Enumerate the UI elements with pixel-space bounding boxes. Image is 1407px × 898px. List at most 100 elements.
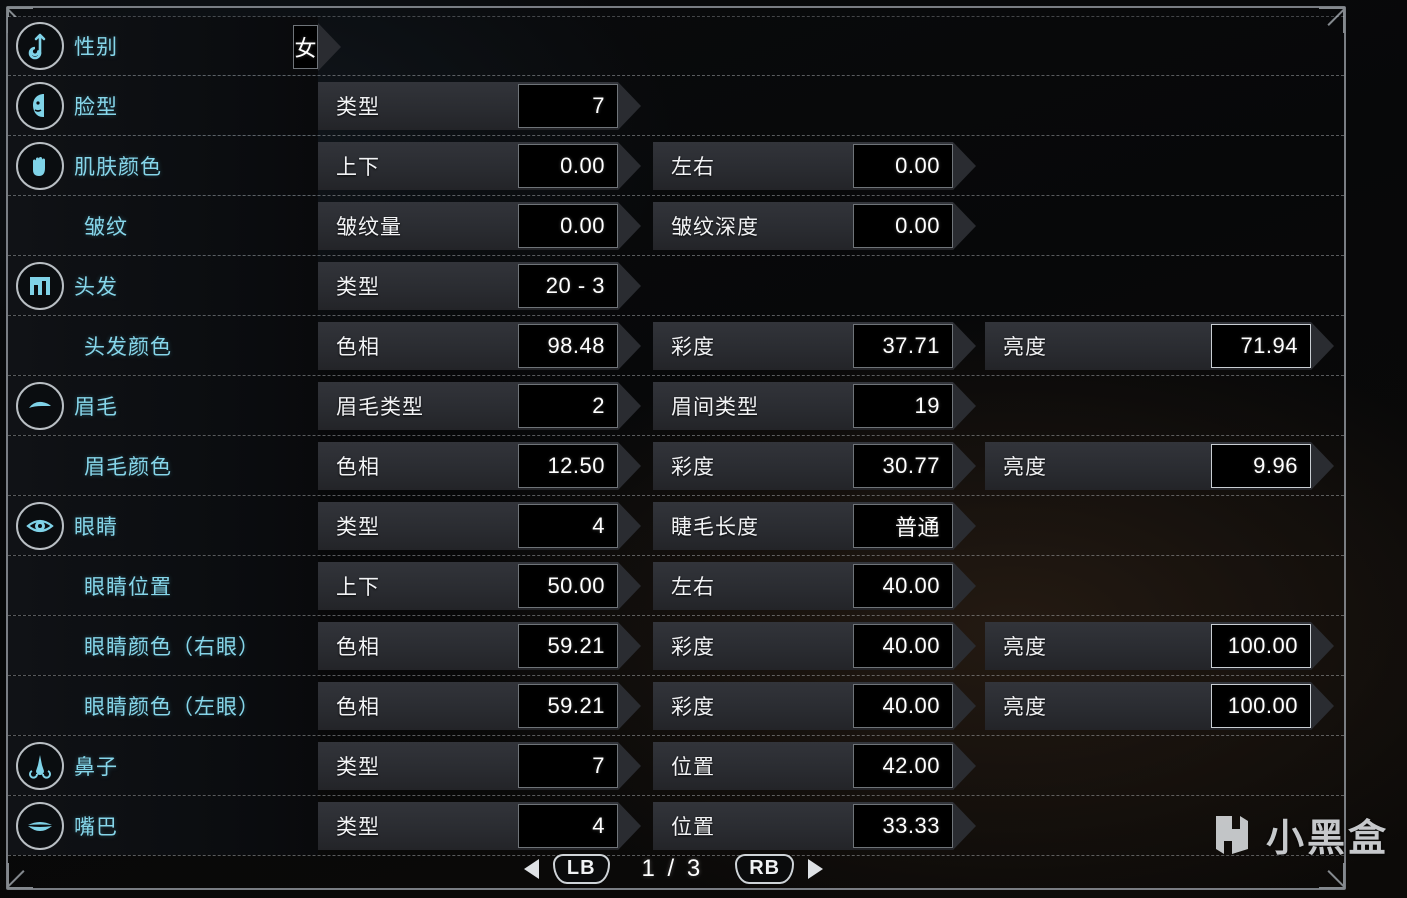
- field-value-box[interactable]: 100.00: [1211, 684, 1311, 728]
- field-name: 彩度: [671, 456, 715, 479]
- option-row[interactable]: 眼睛颜色（左眼） 色相 59.21 彩度 40.00 亮度 100.00: [8, 676, 1344, 736]
- option-row[interactable]: 嘴巴 类型 4 位置 33.33: [8, 796, 1344, 856]
- field-value-box[interactable]: 33.33: [853, 804, 953, 848]
- option-row[interactable]: 鼻子 类型 7 位置 42.00: [8, 736, 1344, 796]
- field-value-box[interactable]: 42.00: [853, 744, 953, 788]
- no-icon: [16, 202, 64, 250]
- field-value-box[interactable]: 2: [518, 384, 618, 428]
- prev-page-arrow-icon[interactable]: [523, 859, 539, 879]
- field-value-box[interactable]: 98.48: [518, 324, 618, 368]
- field-value-box[interactable]: 40.00: [853, 684, 953, 728]
- option-field[interactable]: 类型 20 - 3: [318, 262, 641, 310]
- field-value-box[interactable]: 20 - 3: [518, 264, 618, 308]
- option-row[interactable]: 肌肤颜色 上下 0.00 左右 0.00: [8, 136, 1344, 196]
- option-fields: 上下 0.00 左右 0.00: [318, 136, 1344, 195]
- option-field[interactable]: 睫毛长度 普通: [653, 502, 976, 550]
- field-value-box[interactable]: 0.00: [518, 204, 618, 248]
- option-field[interactable]: 亮度 100.00: [985, 682, 1334, 730]
- option-row[interactable]: 头发 类型 20 - 3: [8, 256, 1344, 316]
- field-chevron-icon: [953, 142, 976, 190]
- lb-bumper-button[interactable]: LB: [552, 854, 610, 884]
- field-value-box[interactable]: 4: [518, 804, 618, 848]
- option-field[interactable]: 类型 4: [318, 802, 641, 850]
- field-value-box[interactable]: 0.00: [853, 204, 953, 248]
- option-field[interactable]: 亮度 71.94: [985, 322, 1334, 370]
- field-value-box[interactable]: 12.50: [518, 444, 618, 488]
- option-field[interactable]: 类型 7: [318, 82, 641, 130]
- field-value-box[interactable]: 4: [518, 504, 618, 548]
- option-row[interactable]: 头发颜色 色相 98.48 彩度 37.71 亮度 71.94: [8, 316, 1344, 376]
- option-row[interactable]: 眼睛颜色（右眼） 色相 59.21 彩度 40.00 亮度 100.00: [8, 616, 1344, 676]
- field-value-box[interactable]: 0.00: [853, 144, 953, 188]
- field-value-box[interactable]: 30.77: [853, 444, 953, 488]
- option-row[interactable]: 脸型 类型 7: [8, 76, 1344, 136]
- option-row[interactable]: 皱纹 皱纹量 0.00 皱纹深度 0.00: [8, 196, 1344, 256]
- option-field[interactable]: 亮度 9.96: [985, 442, 1334, 490]
- field-value-box[interactable]: 0.00: [518, 144, 618, 188]
- option-label-cell: 头发: [8, 256, 318, 315]
- field-value: 20 - 3: [545, 273, 605, 298]
- field-value-box[interactable]: 7: [518, 84, 618, 128]
- option-field[interactable]: 色相 59.21: [318, 682, 641, 730]
- field-chevron-icon: [618, 202, 641, 250]
- option-field[interactable]: 亮度 100.00: [985, 622, 1334, 670]
- field-name: 左右: [671, 156, 715, 179]
- option-row[interactable]: 眼睛 类型 4 睫毛长度 普通: [8, 496, 1344, 556]
- field-value-box[interactable]: 40.00: [853, 624, 953, 668]
- field-value-box[interactable]: 19: [853, 384, 953, 428]
- field-value-box[interactable]: 100.00: [1211, 624, 1311, 668]
- option-row[interactable]: 性别 女: [8, 16, 1344, 76]
- field-value-box[interactable]: 50.00: [518, 564, 618, 608]
- field-chevron-icon: [1311, 322, 1334, 370]
- option-field[interactable]: 彩度 37.71: [653, 322, 976, 370]
- field-name: 色相: [336, 336, 380, 359]
- option-label-cell: 肌肤颜色: [8, 136, 318, 195]
- option-field[interactable]: 位置 33.33: [653, 802, 976, 850]
- face-icon: [16, 81, 64, 130]
- option-label-cell: 眼睛: [8, 496, 318, 555]
- option-field[interactable]: 彩度 40.00: [653, 682, 976, 730]
- field-value-box[interactable]: 59.21: [518, 684, 618, 728]
- nose-icon: [16, 741, 64, 790]
- option-label: 肌肤颜色: [74, 155, 162, 179]
- option-field[interactable]: 彩度 30.77: [653, 442, 976, 490]
- option-field[interactable]: 上下 50.00: [318, 562, 641, 610]
- option-field[interactable]: 色相 59.21: [318, 622, 641, 670]
- option-field[interactable]: 皱纹深度 0.00: [653, 202, 976, 250]
- option-label-cell: 脸型: [8, 76, 318, 135]
- field-value-box[interactable]: 女: [293, 25, 318, 69]
- option-field[interactable]: 上下 0.00: [318, 142, 641, 190]
- rb-bumper-button[interactable]: RB: [735, 854, 795, 884]
- option-row[interactable]: 眼睛位置 上下 50.00 左右 40.00: [8, 556, 1344, 616]
- option-row[interactable]: 眉毛颜色 色相 12.50 彩度 30.77 亮度 9.96: [8, 436, 1344, 496]
- field-value-box[interactable]: 7: [518, 744, 618, 788]
- hair-icon: [16, 261, 64, 310]
- field-value-box[interactable]: 40.00: [853, 564, 953, 608]
- option-label: 鼻子: [74, 755, 118, 779]
- field-value: 0.00: [560, 213, 605, 238]
- field-value-box[interactable]: 71.94: [1211, 324, 1311, 368]
- field-value: 40.00: [882, 693, 940, 718]
- option-fields: 类型 4 位置 33.33: [318, 796, 1344, 855]
- field-value: 59.21: [547, 693, 605, 718]
- option-field[interactable]: 类型 4: [318, 502, 641, 550]
- field-value-box[interactable]: 59.21: [518, 624, 618, 668]
- field-value-box[interactable]: 普通: [853, 504, 953, 548]
- field-value-box[interactable]: 9.96: [1211, 444, 1311, 488]
- option-field[interactable]: 眉间类型 19: [653, 382, 976, 430]
- option-field[interactable]: 左右 0.00: [653, 142, 976, 190]
- option-field[interactable]: 色相 98.48: [318, 322, 641, 370]
- option-field[interactable]: 彩度 40.00: [653, 622, 976, 670]
- option-field[interactable]: 左右 40.00: [653, 562, 976, 610]
- field-value-box[interactable]: 37.71: [853, 324, 953, 368]
- option-label: 头发颜色: [84, 335, 172, 359]
- option-field[interactable]: 位置 42.00: [653, 742, 976, 790]
- option-field[interactable]: 皱纹量 0.00: [318, 202, 641, 250]
- option-field[interactable]: 色相 12.50: [318, 442, 641, 490]
- option-field[interactable]: 眉毛类型 2: [318, 382, 641, 430]
- field-chevron-icon: [618, 262, 641, 310]
- option-row[interactable]: 眉毛 眉毛类型 2 眉间类型 19: [8, 376, 1344, 436]
- field-name: 亮度: [1003, 696, 1047, 719]
- option-field[interactable]: 类型 7: [318, 742, 641, 790]
- next-page-arrow-icon[interactable]: [808, 859, 824, 879]
